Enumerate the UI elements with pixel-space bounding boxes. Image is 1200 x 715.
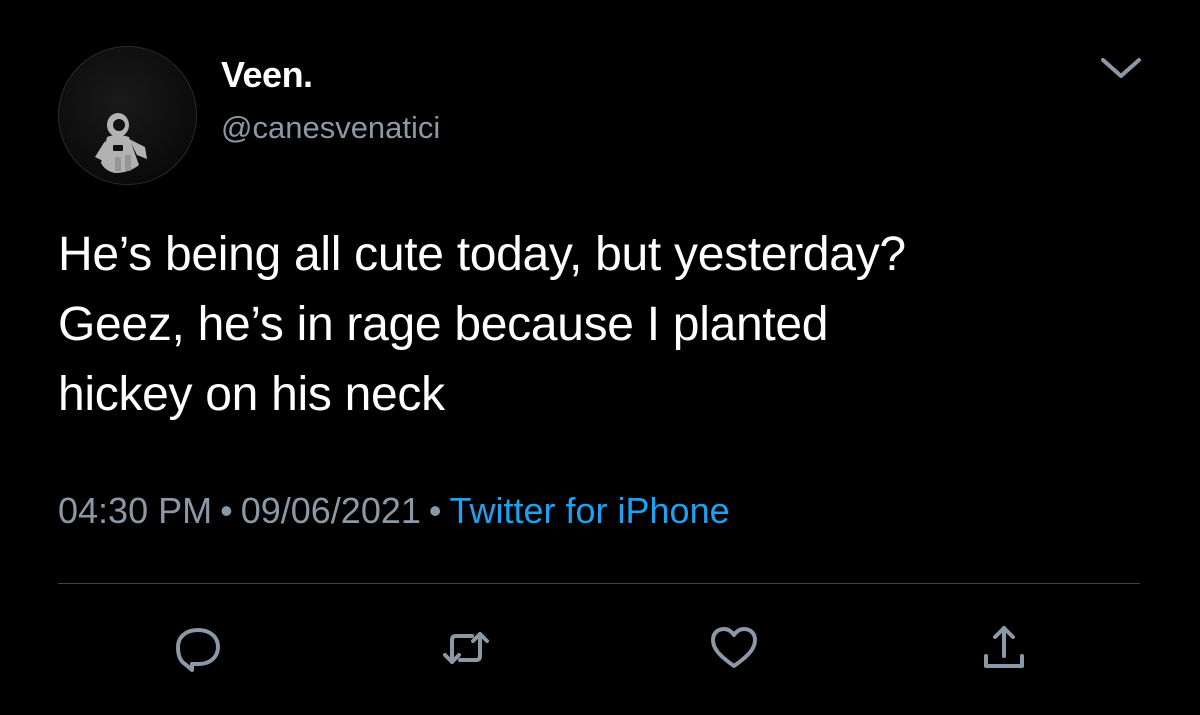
tweet-card: Veen. @canesvenatici He’s being all cute… [0, 0, 1200, 715]
tweet-text-line: hickey on his neck [58, 368, 445, 421]
display-name[interactable]: Veen. [221, 54, 313, 96]
meta-separator: • [220, 490, 233, 531]
tweet-text-line: He’s being all cute today, but yesterday… [58, 228, 906, 281]
tweet-text: He’s being all cute today, but yesterday… [58, 220, 1178, 430]
retweet-icon[interactable] [438, 620, 494, 676]
avatar[interactable] [58, 46, 197, 185]
chevron-down-icon[interactable] [1098, 50, 1144, 86]
like-icon[interactable] [706, 620, 762, 676]
tweet-date[interactable]: 09/06/2021 [241, 490, 421, 531]
astronaut-icon [95, 113, 147, 173]
reply-icon[interactable] [170, 620, 226, 676]
meta-separator: • [428, 490, 442, 531]
tweet-text-line: Geez, he’s in rage because I planted [58, 298, 829, 351]
share-icon[interactable] [976, 620, 1032, 676]
user-handle[interactable]: @canesvenatici [221, 110, 440, 146]
divider [58, 583, 1140, 584]
tweet-meta: 04:30 PM • 09/06/2021 • Twitter for iPhone [58, 490, 730, 532]
tweet-time[interactable]: 04:30 PM [58, 490, 212, 531]
tweet-source-link[interactable]: Twitter for iPhone [450, 490, 730, 531]
